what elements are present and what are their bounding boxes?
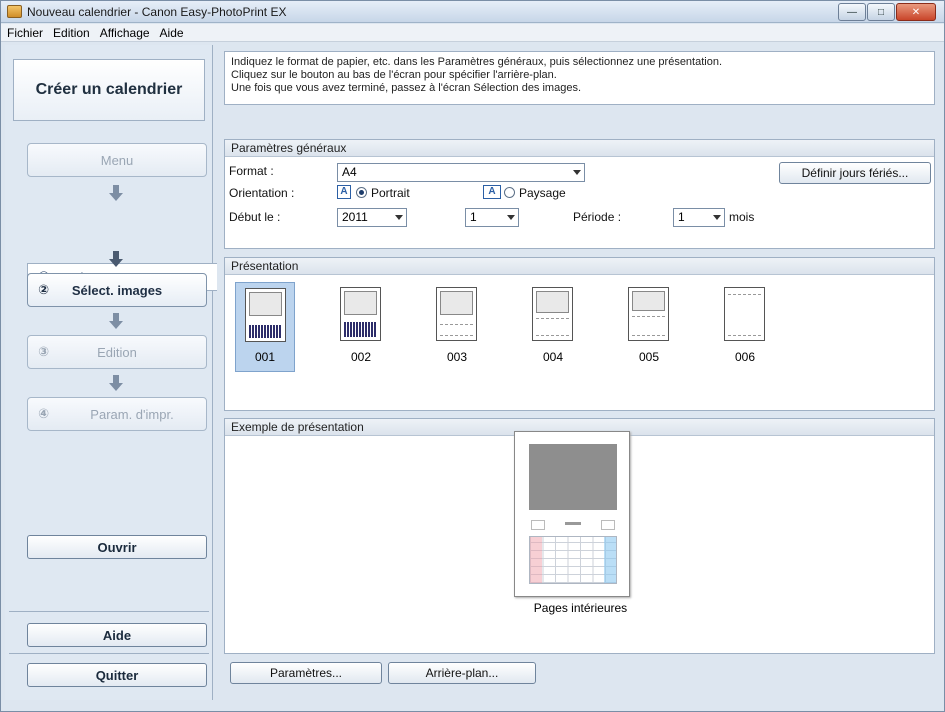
layout-label: 005 bbox=[638, 350, 660, 364]
menu-view[interactable]: Affichage bbox=[100, 26, 150, 40]
period-unit: mois bbox=[729, 210, 755, 224]
help-button[interactable]: Aide bbox=[27, 623, 207, 647]
instruction-line: Une fois que vous avez terminé, passez à… bbox=[231, 82, 582, 94]
general-settings-panel: Paramètres généraux Format : A4 Définir … bbox=[224, 139, 935, 249]
step-label: Param. d'impr. bbox=[90, 406, 174, 422]
step-edit: ③ Edition bbox=[27, 335, 207, 369]
format-select[interactable]: A4 bbox=[337, 163, 585, 182]
page-icon bbox=[724, 287, 765, 341]
instruction-line: Indiquez le format de papier, etc. dans … bbox=[231, 56, 723, 68]
page-icon bbox=[340, 287, 381, 341]
maximize-button[interactable]: □ bbox=[867, 3, 895, 21]
menu-edit[interactable]: Edition bbox=[53, 26, 90, 40]
menu-file[interactable]: Fichier bbox=[7, 26, 43, 40]
step-print-settings: ④ Param. d'impr. bbox=[27, 397, 207, 431]
start-month-select[interactable]: 1 bbox=[465, 208, 519, 227]
window-title: Nouveau calendrier - Canon Easy-PhotoPri… bbox=[27, 5, 287, 19]
start-year-select[interactable]: 2011 bbox=[337, 208, 407, 227]
main-area: Indiquez le format de papier, etc. dans … bbox=[216, 45, 940, 700]
page-icon bbox=[628, 287, 669, 341]
portrait-radio[interactable] bbox=[356, 187, 367, 198]
mini-calendar bbox=[531, 520, 545, 530]
example-panel: Exemple de présentation Pages intérieure… bbox=[224, 418, 935, 654]
format-value: A4 bbox=[342, 165, 357, 179]
mini-calendar bbox=[601, 520, 615, 530]
step-number: ② bbox=[38, 282, 50, 297]
sidebar: Créer un calendrier Menu ① Mise en page … bbox=[5, 45, 217, 700]
landscape-radio[interactable] bbox=[504, 187, 515, 198]
presentation-panel: Présentation 001 002 003 004 005 006 bbox=[224, 257, 935, 411]
layout-label: 006 bbox=[734, 350, 756, 364]
down-arrow-icon bbox=[109, 251, 123, 267]
chevron-down-icon bbox=[713, 215, 721, 220]
page-icon bbox=[436, 287, 477, 341]
layout-label: 004 bbox=[542, 350, 564, 364]
menu-bar: Fichier Edition Affichage Aide bbox=[1, 24, 944, 42]
period-select[interactable]: 1 bbox=[673, 208, 725, 227]
sidebar-title: Créer un calendrier bbox=[13, 59, 205, 121]
background-button[interactable]: Arrière-plan... bbox=[388, 662, 536, 684]
down-arrow-icon bbox=[109, 185, 123, 201]
layout-label: 002 bbox=[350, 350, 372, 364]
menu-button: Menu bbox=[27, 143, 207, 177]
down-arrow-icon bbox=[109, 313, 123, 329]
instruction-line: Cliquez sur le bouton au bas de l'écran … bbox=[231, 69, 557, 81]
format-label: Format : bbox=[229, 164, 274, 178]
settings-button[interactable]: Paramètres... bbox=[230, 662, 382, 684]
general-settings-header: Paramètres généraux bbox=[225, 140, 934, 157]
chevron-down-icon bbox=[395, 215, 403, 220]
down-arrow-icon bbox=[109, 375, 123, 391]
portrait-label: Portrait bbox=[371, 186, 410, 200]
photo-placeholder bbox=[529, 444, 617, 510]
divider bbox=[9, 611, 209, 612]
page-icon bbox=[532, 287, 573, 341]
step-number: ③ bbox=[38, 344, 50, 359]
layout-label: 003 bbox=[446, 350, 468, 364]
step-label: Sélect. images bbox=[71, 282, 163, 298]
title-bar: Nouveau calendrier - Canon Easy-PhotoPri… bbox=[1, 1, 944, 23]
layout-preview bbox=[514, 431, 630, 597]
step-label: Edition bbox=[97, 344, 137, 360]
window-controls: — □ ✕ bbox=[837, 3, 936, 21]
open-button[interactable]: Ouvrir bbox=[27, 535, 207, 559]
chevron-down-icon bbox=[507, 215, 515, 220]
chevron-down-icon bbox=[573, 170, 581, 175]
calendar-grid bbox=[529, 536, 617, 584]
landscape-label: Paysage bbox=[519, 186, 566, 200]
quit-button[interactable]: Quitter bbox=[27, 663, 207, 687]
month-title bbox=[565, 522, 581, 525]
step-select-images[interactable]: Sélect. images ② bbox=[27, 273, 207, 307]
layout-label: 001 bbox=[254, 350, 276, 364]
presentation-header: Présentation bbox=[225, 258, 934, 275]
menu-help[interactable]: Aide bbox=[160, 26, 184, 40]
divider bbox=[9, 653, 209, 654]
close-button[interactable]: ✕ bbox=[896, 3, 936, 21]
step-number: ④ bbox=[38, 406, 50, 421]
landscape-icon: A bbox=[483, 185, 501, 199]
minimize-button[interactable]: — bbox=[838, 3, 866, 21]
instructions-box: Indiquez le format de papier, etc. dans … bbox=[224, 51, 935, 105]
app-window: Nouveau calendrier - Canon Easy-PhotoPri… bbox=[0, 0, 945, 712]
define-holidays-button[interactable]: Définir jours fériés... bbox=[779, 162, 931, 184]
start-label: Début le : bbox=[229, 210, 281, 224]
app-icon bbox=[7, 5, 22, 18]
page-icon bbox=[245, 288, 286, 342]
period-value: 1 bbox=[678, 210, 685, 224]
period-label: Période : bbox=[573, 210, 622, 224]
start-month-value: 1 bbox=[470, 210, 477, 224]
preview-caption: Pages intérieures bbox=[533, 601, 628, 615]
portrait-icon: A bbox=[337, 185, 351, 199]
start-year-value: 2011 bbox=[342, 210, 368, 224]
orientation-label: Orientation : bbox=[229, 186, 295, 200]
